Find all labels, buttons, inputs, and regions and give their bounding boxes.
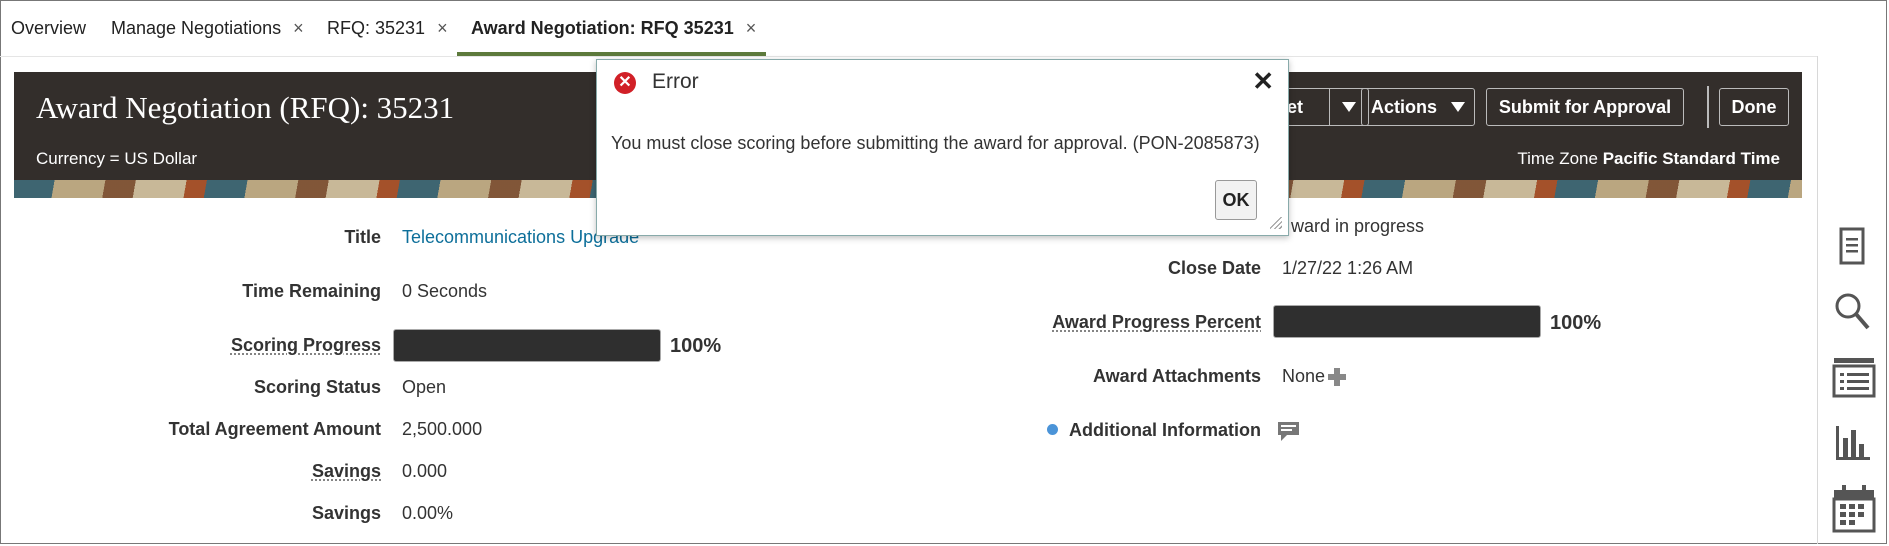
award-progress-bar — [1273, 305, 1541, 338]
currency-label: Currency = US Dollar — [36, 149, 198, 168]
tab-manage-negotiations[interactable]: Manage Negotiations × — [111, 18, 304, 39]
calendar-icon[interactable] — [1832, 484, 1876, 533]
additional-information-label: Additional Information — [1069, 420, 1261, 440]
add-attachment-icon[interactable] — [1326, 366, 1348, 388]
award-attachments-label: Award Attachments — [1092, 366, 1261, 386]
scoring-status-value: Open — [402, 377, 447, 397]
partial-button-label: et — [1287, 96, 1304, 117]
tab-rfq[interactable]: RFQ: 35231 × — [327, 18, 448, 39]
bar-chart-icon[interactable] — [1832, 420, 1872, 464]
close-icon[interactable]: × — [293, 18, 304, 38]
error-icon: ✕ — [614, 72, 636, 94]
scoring-progress-bar — [393, 329, 661, 362]
ok-button[interactable]: OK — [1215, 180, 1257, 220]
close-date-label: Close Date — [1167, 258, 1261, 278]
tab-label: Award Negotiation: RFQ 35231 — [471, 18, 734, 38]
timezone-prefix: Time Zone — [1517, 149, 1598, 168]
divider — [0, 56, 1818, 57]
submit-label: Submit for Approval — [1498, 96, 1672, 117]
tab-label: Overview — [11, 18, 87, 38]
tab-award-negotiation[interactable]: Award Negotiation: RFQ 35231 × — [471, 18, 756, 39]
savings-percent-label: Savings — [311, 503, 381, 523]
award-attachments-value: None — [1282, 366, 1326, 386]
search-icon[interactable] — [1832, 290, 1872, 334]
actions-button[interactable]: Actions — [1361, 88, 1475, 126]
done-button[interactable]: Done — [1719, 88, 1789, 126]
total-agreement-value: 2,500.000 — [402, 419, 483, 439]
divider — [1817, 56, 1818, 544]
savings-value: 0.000 — [402, 461, 448, 481]
timezone-value: Pacific Standard Time — [1602, 149, 1780, 168]
resize-handle[interactable] — [1270, 217, 1282, 229]
page-title: Award Negotiation (RFQ): 35231 — [36, 90, 455, 125]
total-agreement-label: Total Agreement Amount — [168, 419, 381, 439]
savings-label[interactable]: Savings — [312, 461, 381, 482]
list-icon[interactable] — [1832, 356, 1876, 400]
scoring-progress-percent: 100% — [670, 335, 722, 357]
timezone-label: Time Zone Pacific Standard Time — [1517, 149, 1780, 169]
award-status-value: ward in progress — [1291, 216, 1425, 236]
chevron-down-icon — [1451, 102, 1465, 112]
time-remaining-label: Time Remaining — [242, 281, 381, 301]
time-remaining-value: 0 Seconds — [402, 281, 488, 301]
close-icon[interactable]: ✕ — [1252, 66, 1274, 97]
scoring-progress-label[interactable]: Scoring Progress — [231, 335, 381, 356]
done-label: Done — [1731, 96, 1777, 117]
award-progress-percent: 100% — [1550, 312, 1602, 334]
dialog-message: You must close scoring before submitting… — [611, 133, 1260, 153]
award-progress-label[interactable]: Award Progress Percent — [1052, 312, 1261, 333]
document-icon[interactable] — [1832, 224, 1872, 268]
tab-label: Manage Negotiations — [111, 18, 282, 38]
dialog-title: Error — [652, 70, 699, 93]
title-label: Title — [344, 227, 381, 247]
tab-label: RFQ: 35231 — [327, 18, 426, 38]
divider — [1707, 86, 1709, 128]
edit-comment-icon[interactable] — [1277, 420, 1301, 442]
actions-label: Actions — [1370, 96, 1437, 117]
error-dialog: ✕ Error ✕ You must close scoring before … — [596, 59, 1289, 236]
tab-bar: Overview Manage Negotiations × RFQ: 35231… — [0, 0, 1820, 56]
chevron-down-icon — [1342, 102, 1356, 112]
ok-label: OK — [1222, 189, 1250, 210]
close-icon[interactable]: × — [746, 18, 757, 38]
close-date-value: 1/27/22 1:26 AM — [1282, 258, 1414, 278]
tab-overview[interactable]: Overview — [11, 18, 86, 39]
submit-for-approval-button[interactable]: Submit for Approval — [1486, 88, 1684, 126]
savings-percent-value: 0.00% — [402, 503, 454, 523]
info-dot-icon — [1047, 424, 1058, 435]
scoring-status-label: Scoring Status — [253, 377, 381, 397]
close-icon[interactable]: × — [437, 18, 448, 38]
